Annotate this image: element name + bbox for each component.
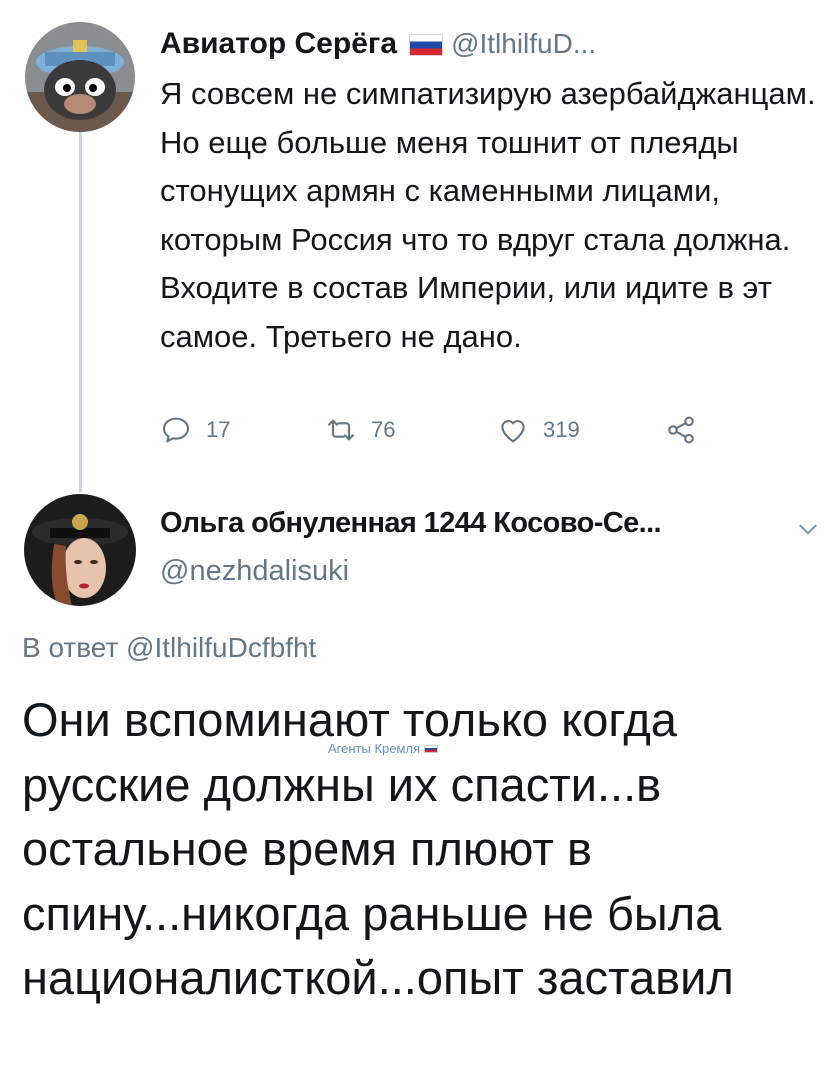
tweet2-body-text: Они вспоминают только когда русские долж… [22,693,734,1004]
tweet1-action-bar: 17 76 319 [160,410,711,450]
tweet1-header: Авиатор Серёга @ItlhilfuD... [160,24,596,64]
like-count: 319 [543,417,580,442]
share-button[interactable] [665,414,711,446]
share-icon [668,416,694,444]
woman-in-cap-avatar-image [24,494,136,606]
thread-connector-line [79,130,82,492]
like-button[interactable]: 319 [497,414,665,446]
chevron-down-icon[interactable] [795,516,821,542]
tweet1-avatar[interactable] [25,22,135,132]
russia-flag-icon [409,34,444,56]
tweet2-author-name[interactable]: Ольга обнуленная 1244 Косово-Се... [160,507,662,540]
cartoon-pilot-avatar-image [25,22,135,132]
reply-icon [162,417,190,443]
watermark-flag-icon [424,745,439,753]
reply-to-line: В ответ @ItlhilfuDcfbfht [22,632,316,664]
reply-to-mention-link[interactable]: @ItlhilfuDcfbfht [126,632,316,663]
tweet1-body-text: Я совсем не симпатизирую азербайджанцам.… [160,76,816,354]
retweet-button[interactable]: 76 [325,414,497,446]
watermark: Агенты Кремля [328,741,439,756]
heart-icon [501,420,525,443]
tweet2-avatar[interactable] [24,494,136,606]
tweet1-author-handle[interactable]: @ItlhilfuD... [451,28,596,59]
reply-prefix: В ответ [22,632,119,663]
retweet-count: 76 [371,417,396,442]
tweet2-author-handle[interactable]: @nezhdalisuki [160,555,349,588]
reply-count: 17 [206,417,231,442]
watermark-text: Агенты Кремля [328,741,421,756]
reply-button[interactable]: 17 [160,414,325,446]
retweet-icon [327,419,355,441]
tweet1-author-name[interactable]: Авиатор Серёга [160,27,397,60]
